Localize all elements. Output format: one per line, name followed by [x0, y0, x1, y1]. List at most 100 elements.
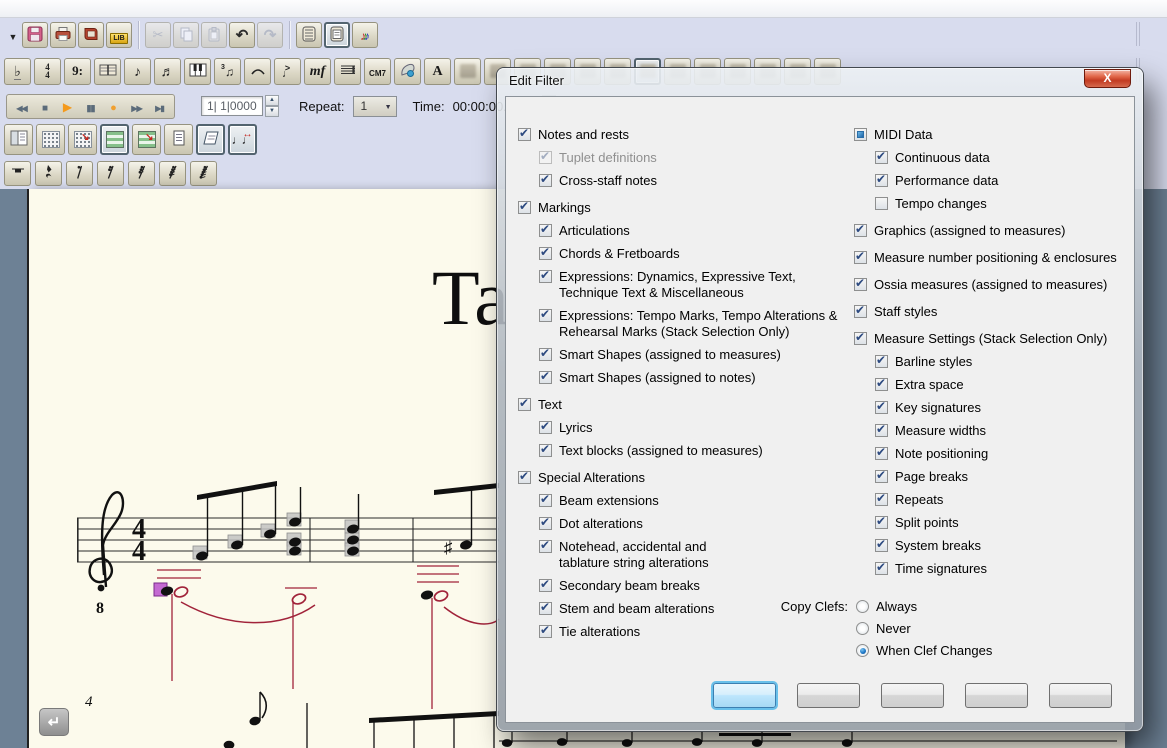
cb-beam-extensions[interactable]: Beam extensions — [539, 489, 852, 512]
checkbox[interactable] — [875, 378, 888, 391]
menu-item-help[interactable] — [181, 8, 201, 10]
checkbox[interactable] — [875, 151, 888, 164]
close-button[interactable]: X — [1084, 69, 1131, 88]
checkbox[interactable] — [875, 197, 888, 210]
undo-button[interactable]: ↶ — [229, 22, 255, 48]
cb-markings[interactable]: Markings — [518, 196, 852, 219]
checkbox[interactable] — [854, 224, 867, 237]
spin-up-icon[interactable]: ▲ — [265, 95, 279, 106]
text-button[interactable]: A — [424, 58, 451, 85]
cancel-button[interactable] — [797, 683, 860, 708]
whole-rest-button[interactable] — [4, 161, 31, 186]
cb-measure-number-positioning[interactable]: Measure number positioning & enclosures — [854, 246, 1150, 269]
checkbox[interactable] — [854, 251, 867, 264]
checkbox[interactable] — [518, 398, 531, 411]
cb-note-positioning[interactable]: Note positioning — [875, 442, 1150, 465]
cb-staff-styles[interactable]: Staff styles — [854, 300, 1150, 323]
radio-copy-clefs-always[interactable]: Always — [856, 596, 992, 618]
repeat-dropdown[interactable]: 1 ▼ — [353, 96, 397, 117]
menu-item-window[interactable] — [161, 8, 181, 10]
rewind-button[interactable]: ◀◀ — [11, 97, 32, 116]
cb-dot-alterations[interactable]: Dot alterations — [539, 512, 852, 535]
cb-cross-staff-notes[interactable]: Cross-staff notes — [539, 169, 852, 192]
menu-item-edit[interactable] — [1, 8, 21, 10]
cb-split-points[interactable]: Split points — [875, 511, 1150, 534]
studio-view-button[interactable]: ♪♪♪ — [352, 22, 378, 48]
checkbox[interactable] — [875, 401, 888, 414]
cb-extra-space[interactable]: Extra space — [875, 373, 1150, 396]
counter-spinner[interactable]: ▲ ▼ — [265, 95, 279, 117]
cb-expressions-dynamics[interactable]: Expressions: Dynamics, Expressive Text, … — [539, 265, 852, 304]
menu-item-midi-audio[interactable] — [81, 8, 101, 10]
smart-shape-button[interactable] — [244, 58, 271, 85]
green-stripe-view-button[interactable] — [100, 124, 129, 155]
cb-tempo-changes[interactable]: Tempo changes — [875, 192, 1150, 215]
checkbox[interactable] — [854, 128, 867, 141]
cb-barline-styles[interactable]: Barline styles — [875, 350, 1150, 373]
cb-expressions-tempo[interactable]: Expressions: Tempo Marks, Tempo Alterati… — [539, 304, 852, 343]
cb-graphics[interactable]: Graphics (assigned to measures) — [854, 219, 1150, 242]
hyperscribe-button[interactable] — [184, 58, 211, 85]
checkbox[interactable] — [539, 348, 552, 361]
slant-page-button[interactable] — [196, 124, 225, 155]
checkbox[interactable] — [539, 579, 552, 592]
play-button[interactable]: ▶ — [57, 97, 78, 116]
checkbox[interactable] — [539, 625, 552, 638]
checkbox[interactable] — [875, 470, 888, 483]
cb-chords-fretboards[interactable]: Chords & Fretboards — [539, 242, 852, 265]
checkbox[interactable] — [539, 224, 552, 237]
checkbox[interactable] — [518, 471, 531, 484]
radio-button-icon[interactable] — [856, 644, 869, 657]
scroll-view-button[interactable] — [296, 22, 322, 48]
checkbox[interactable] — [875, 562, 888, 575]
help-button[interactable] — [1049, 683, 1112, 708]
cb-smart-shapes-measures[interactable]: Smart Shapes (assigned to measures) — [539, 343, 852, 366]
checkbox[interactable] — [875, 516, 888, 529]
cb-measure-widths[interactable]: Measure widths — [875, 419, 1150, 442]
stop-button[interactable]: ■ — [34, 97, 55, 116]
return-handle-button[interactable]: ↵ — [39, 708, 69, 736]
note-spacing-button[interactable]: ♩♩↔ — [228, 124, 257, 155]
ok-button[interactable] — [713, 683, 776, 708]
cb-lyrics[interactable]: Lyrics — [539, 416, 852, 439]
cb-continuous-data[interactable]: Continuous data — [875, 146, 1150, 169]
cb-midi-data[interactable]: MIDI Data — [854, 123, 1150, 146]
checkbox[interactable] — [539, 444, 552, 457]
checkbox[interactable] — [875, 424, 888, 437]
checkbox[interactable] — [875, 174, 888, 187]
checkbox[interactable] — [539, 247, 552, 260]
radio-button-icon[interactable] — [856, 600, 869, 613]
clef-button[interactable]: 9: — [64, 58, 91, 85]
checkbox[interactable] — [539, 174, 552, 187]
speedy-entry-button[interactable]: ♬ — [154, 58, 181, 85]
cb-key-signatures[interactable]: Key signatures — [875, 396, 1150, 419]
page-doc-button[interactable] — [164, 124, 193, 155]
measure-button[interactable] — [94, 58, 121, 85]
eighth-rest-button[interactable] — [66, 161, 93, 186]
staff-button[interactable] — [334, 58, 361, 85]
thirtysecond-rest-button[interactable] — [128, 161, 155, 186]
radio-copy-clefs-never[interactable]: Never — [856, 618, 992, 640]
checkbox[interactable] — [539, 151, 552, 164]
checkbox[interactable] — [539, 540, 552, 553]
checkbox[interactable] — [539, 421, 552, 434]
export-button[interactable] — [78, 22, 104, 48]
articulation-button[interactable]: >♩ — [274, 58, 301, 85]
to-end-button[interactable]: ▶▮ — [149, 97, 170, 116]
onetwentyeighth-rest-button[interactable] — [190, 161, 217, 186]
spin-down-icon[interactable]: ▼ — [265, 106, 279, 117]
cb-articulations[interactable]: Articulations — [539, 219, 852, 242]
cut-button[interactable]: ✂ — [145, 22, 171, 48]
cb-page-breaks[interactable]: Page breaks — [875, 465, 1150, 488]
green-stripe-arrow-button[interactable]: ↘ — [132, 124, 161, 155]
checkbox[interactable] — [518, 201, 531, 214]
checkbox[interactable] — [854, 332, 867, 345]
checkbox[interactable] — [875, 447, 888, 460]
paste-button[interactable] — [201, 22, 227, 48]
library-button[interactable]: LIB — [106, 22, 132, 48]
cb-performance-data[interactable]: Performance data — [875, 169, 1150, 192]
staff-sets-button[interactable] — [4, 124, 33, 155]
cb-notes-and-rests[interactable]: Notes and rests — [518, 123, 852, 146]
sixtyfourth-rest-button[interactable] — [159, 161, 186, 186]
checkbox[interactable] — [875, 355, 888, 368]
